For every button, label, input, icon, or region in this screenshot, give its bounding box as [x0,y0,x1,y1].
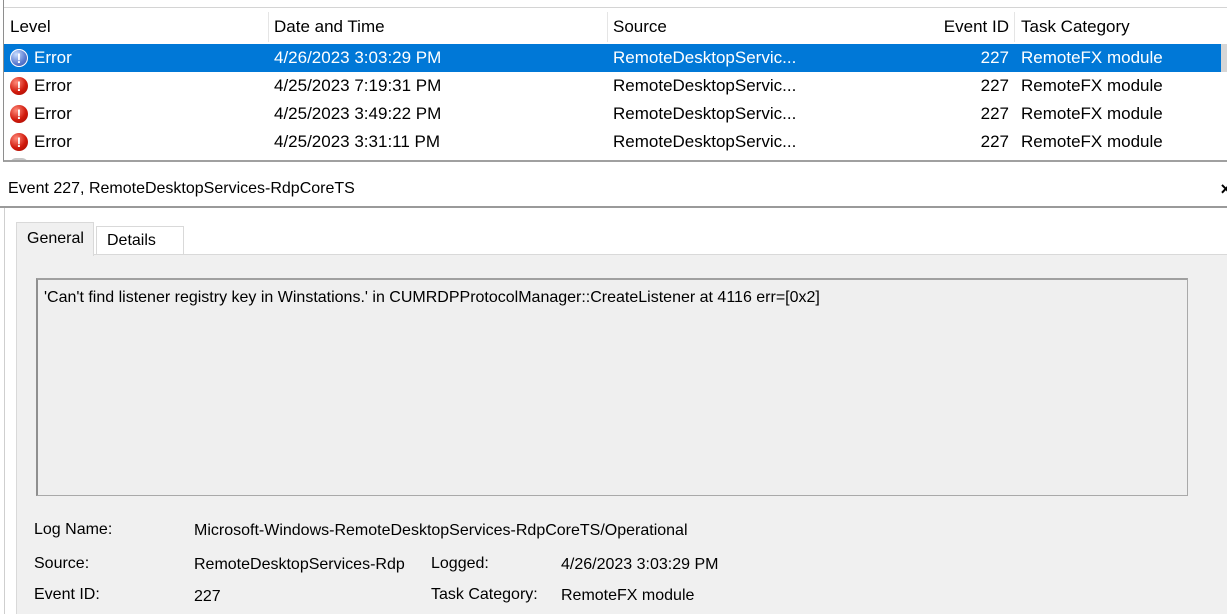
row-event-id: 227 [980,132,1009,151]
row-source: RemoteDesktopServic... [613,132,797,151]
event-message-textbox[interactable]: 'Can't find listener registry key in Win… [36,278,1188,496]
event-detail-title-bar: Event 227, RemoteDesktopServices-RdpCore… [0,172,1227,208]
table-row[interactable]: ! Error 4/25/2023 7:19:31 PM RemoteDeskt… [4,72,1224,100]
logged-value[interactable]: 4/26/2023 3:03:29 PM [561,554,718,576]
row-date-time: 4/25/2023 3:49:22 PM [274,104,442,123]
row-task-category: RemoteFX module [1021,104,1163,123]
row-task-category: RemoteFX module [1021,48,1163,67]
row-level: Error [34,132,72,151]
row-task-category: RemoteFX module [1021,132,1163,151]
row-level: Error [34,104,72,123]
partial-row-icon [10,158,28,160]
row-date-time: 4/26/2023 3:03:29 PM [274,48,442,67]
column-header-date-time[interactable]: Date and Time [274,14,604,42]
source-value[interactable]: RemoteDesktopServices-Rdp [194,554,405,576]
event-detail-title: Event 227, RemoteDesktopServices-RdpCore… [8,180,355,197]
table-row[interactable]: ! Error 4/26/2023 3:03:29 PM RemoteDeskt… [4,44,1224,72]
row-event-id: 227 [980,48,1009,67]
task-category-label: Task Category: [431,586,538,603]
vertical-scrollbar-thumb[interactable] [1221,44,1227,72]
row-level: Error [34,48,72,67]
column-divider[interactable] [268,12,269,42]
column-header-task-category[interactable]: Task Category [1021,14,1221,42]
row-event-id: 227 [980,76,1009,95]
table-row[interactable]: ! Error 4/25/2023 3:49:22 PM RemoteDeskt… [4,100,1224,128]
row-source: RemoteDesktopServic... [613,104,797,123]
log-name-value[interactable]: Microsoft-Windows-RemoteDesktopServices-… [194,520,688,542]
row-level: Error [34,76,72,95]
log-name-label: Log Name: [34,521,113,538]
tab-details[interactable]: Details [96,226,184,254]
error-icon: ! [10,77,28,95]
row-task-category: RemoteFX module [1021,76,1163,95]
task-category-value[interactable]: RemoteFX module [561,585,694,607]
column-header-source[interactable]: Source [613,14,913,42]
pane-divider [4,208,5,614]
row-event-id: 227 [980,104,1009,123]
close-icon[interactable]: × [1220,172,1227,206]
column-divider[interactable] [1014,12,1015,42]
row-source: RemoteDesktopServic... [613,48,797,67]
table-row[interactable]: ! Error 4/25/2023 3:31:11 PM RemoteDeskt… [4,128,1224,156]
event-id-label: Event ID: [34,586,100,603]
source-label: Source: [34,555,90,572]
error-icon: ! [10,105,28,123]
error-icon: ! [10,49,28,67]
row-date-time: 4/25/2023 3:31:11 PM [274,132,441,151]
row-source: RemoteDesktopServic... [613,76,797,95]
row-date-time: 4/25/2023 7:19:31 PM [274,76,442,95]
column-header-event-id[interactable]: Event ID [909,14,1009,42]
tab-general[interactable]: General [16,222,94,256]
error-icon: ! [10,133,28,151]
grid-top-border [4,0,1227,8]
event-list-grid[interactable]: Level Date and Time Source Event ID Task… [3,0,1227,162]
event-id-value[interactable]: 227 [194,586,221,608]
column-divider[interactable] [607,12,608,42]
column-header-level[interactable]: Level [10,14,265,42]
logged-label: Logged: [431,555,489,572]
